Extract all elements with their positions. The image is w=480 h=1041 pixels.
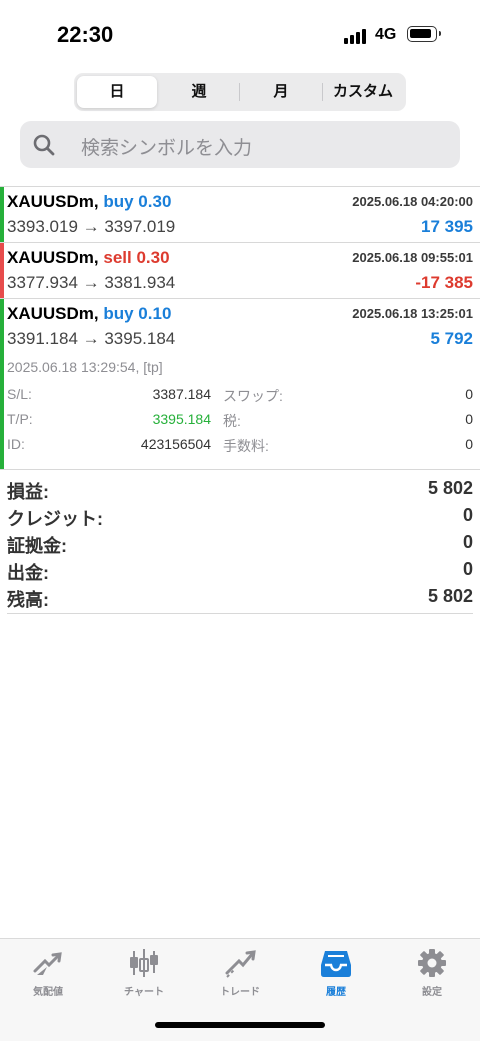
tab-custom[interactable]: カスタム [323,76,403,108]
trade-list: XAUUSDm, buy 0.30 2025.06.18 04:20:00 33… [0,186,480,470]
tab-label: 気配値 [33,987,63,998]
settings-icon [418,949,446,977]
trade-prices: 3393.019 → 3397.019 [7,217,176,236]
home-indicator [155,1022,325,1028]
tax-label: 税: [223,413,241,429]
trade-symbol: XAUUSDm, [7,192,99,211]
network-label: 4G [375,26,397,43]
tab-label: 履歴 [326,987,346,998]
trade-row[interactable]: XAUUSDm, buy 0.30 2025.06.18 04:20:00 33… [0,187,480,243]
trade-icon [225,950,256,978]
tab-chart[interactable]: チャート [96,947,192,1007]
sl-value: 3387.184 [152,386,211,402]
trade-side: buy 0.10 [103,304,172,323]
fee-value: 0 [465,436,473,452]
swap-label: スワップ: [223,388,283,404]
trade-symbol: XAUUSDm, [7,248,99,267]
trade-prices: 3377.934 → 3381.934 [7,273,176,292]
history-icon [321,951,351,977]
tab-label: チャート [124,987,164,998]
trade-side: buy 0.30 [103,192,172,211]
fee-label: 手数料: [223,438,269,454]
summary-label: 出金: [7,563,49,583]
summary-label: 証拠金: [7,536,67,556]
status-time: 22:30 [57,22,114,47]
search-field[interactable]: 検索シンボルを入力 [20,121,460,168]
tab-day[interactable]: 日 [77,76,157,108]
quotes-icon [33,952,62,975]
tab-month[interactable]: 月 [241,76,321,108]
tab-settings[interactable]: 設定 [384,947,480,1007]
trade-symbol: XAUUSDm, [7,304,99,323]
summary-value: 0 [462,505,473,525]
trade-datetime: 2025.06.18 09:55:01 [352,250,473,265]
summary-label: クレジット: [7,509,103,529]
summary: 損益: 5 802 クレジット: 0 証拠金: 0 出金: 0 残高: 5 80… [7,478,473,613]
summary-value: 0 [462,532,473,552]
signal-icon [344,28,370,44]
summary-row-credit: クレジット: 0 [7,505,473,532]
tp-label: T/P: [7,411,33,427]
summary-row-withdrawal: 出金: 0 [7,559,473,586]
id-label: ID: [7,436,25,452]
tp-value: 3395.184 [152,411,211,427]
summary-label: 損益: [7,482,49,502]
trade-prices: 3391.184 → 3395.184 [7,329,176,348]
chart-icon [130,949,158,977]
tab-trade[interactable]: トレード [192,947,288,1007]
tab-week[interactable]: 週 [159,76,239,108]
tab-quotes[interactable]: 気配値 [0,947,96,1007]
summary-row-profit: 損益: 5 802 [7,478,473,505]
summary-row-deposit: 証拠金: 0 [7,532,473,559]
id-value: 423156504 [140,436,211,452]
trade-row[interactable]: XAUUSDm, sell 0.30 2025.06.18 09:55:01 3… [0,243,480,299]
trade-detail: 2025.06.18 13:29:54, [tp] S/L: 3387.184 … [0,354,480,469]
period-segmented-control: 日 週 月 カスタム [74,73,406,111]
close-time: 2025.06.18 13:29:54, [tp] [7,359,163,375]
trade-side: sell 0.30 [103,248,170,267]
search-icon [33,134,55,156]
trade-profit: 5 792 [430,329,473,348]
swap-value: 0 [465,386,473,402]
summary-row-balance: 残高: 5 802 [7,586,473,613]
tab-label: トレード [220,987,260,998]
summary-value: 5 802 [427,586,473,606]
trade-profit: 17 395 [421,217,473,236]
search-placeholder: 検索シンボルを入力 [81,138,253,159]
summary-label: 残高: [7,590,49,610]
summary-value: 5 802 [427,478,473,498]
trade-profit: -17 385 [415,273,473,292]
divider [7,613,473,614]
sl-label: S/L: [7,386,32,402]
tab-label: 設定 [422,987,442,998]
trade-datetime: 2025.06.18 13:25:01 [352,306,473,321]
battery-icon [407,26,441,42]
tax-value: 0 [465,411,473,427]
trade-row-expanded[interactable]: XAUUSDm, buy 0.10 2025.06.18 13:25:01 33… [0,299,480,470]
trade-datetime: 2025.06.18 04:20:00 [352,194,473,209]
status-bar: 22:30 4G [0,0,480,70]
tab-history[interactable]: 履歴 [288,947,384,1007]
summary-value: 0 [462,559,473,579]
